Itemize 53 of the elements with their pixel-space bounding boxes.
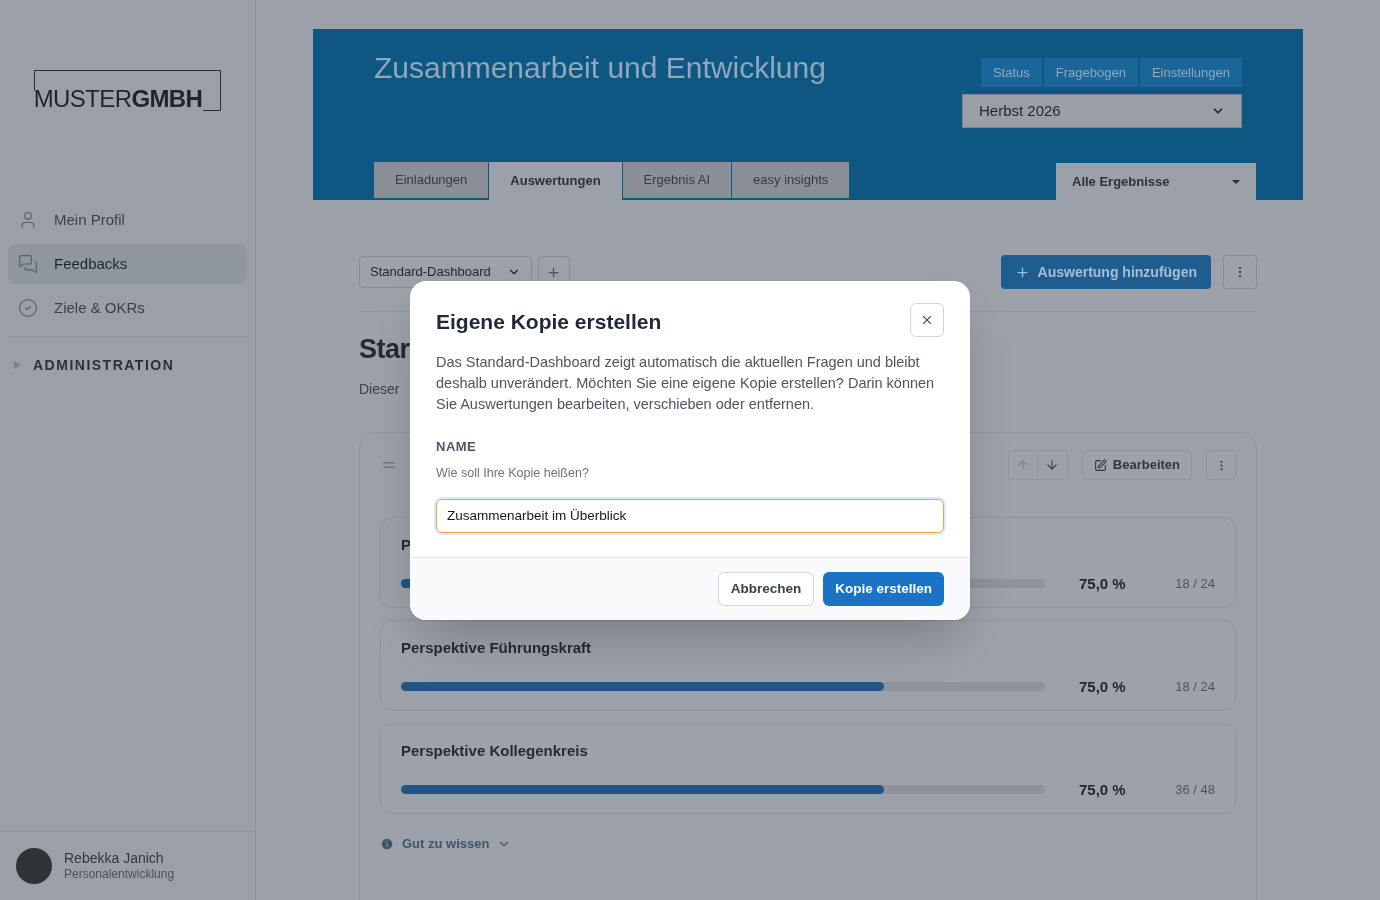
percent-value: 75,0 % (1079, 676, 1127, 697)
chat-bubbles-icon (18, 254, 38, 274)
sidebar-item[interactable]: Ziele & OKRs (8, 288, 247, 328)
check-circle-icon (18, 298, 38, 318)
dialog-title: Eigene Kopie erstellen (436, 309, 662, 335)
period-select[interactable]: Herbst 2026 (962, 94, 1242, 128)
move-up-button[interactable] (1007, 450, 1038, 480)
card-title: Perspektive Führungskraft (401, 638, 592, 658)
sidebar-item[interactable]: Mein Profil (8, 200, 247, 240)
plus-icon (546, 264, 562, 280)
tab[interactable]: Auswertungen (489, 162, 622, 200)
name-input[interactable]: Zusammenarbeit im Überblick (436, 498, 944, 533)
card-title: Perspektive Kollegenkreis (401, 741, 588, 761)
sidebar-item[interactable]: Feedbacks (8, 244, 247, 284)
header-button[interactable]: Status (980, 58, 1042, 87)
dashboard-description: Dieser (359, 380, 400, 399)
create-copy-button[interactable]: Kopie erstellen (823, 571, 944, 606)
user-role: Personalentwicklung (64, 867, 175, 883)
tab[interactable]: easy insights (732, 162, 850, 198)
card-title: P (401, 535, 411, 555)
response-count: 18 / 24 (1175, 575, 1215, 593)
avatar (16, 848, 52, 884)
page-title: Zusammenarbeit und Entwicklung (374, 53, 826, 86)
triangle-icon (14, 361, 21, 369)
sidebar-section[interactable]: ADMINISTRATION (0, 337, 255, 393)
company-logo: MUSTERGMBH (33, 70, 222, 111)
header-button[interactable]: Fragebogen (1043, 58, 1138, 87)
percent-value: 75,0 % (1079, 573, 1127, 594)
tab[interactable]: Einladungen (374, 162, 489, 198)
percent-value: 75,0 % (1079, 779, 1127, 800)
dashboard-heading: Star (359, 336, 410, 363)
field-help: Wie soll Ihre Kopie heißen? (436, 465, 589, 482)
response-count: 36 / 48 (1175, 781, 1215, 799)
edit-button[interactable]: Bearbeiten (1081, 450, 1192, 480)
response-count: 18 / 24 (1175, 678, 1215, 696)
close-button[interactable] (910, 303, 944, 337)
cancel-button[interactable]: Abbrechen (717, 571, 815, 606)
user-name: Rebekka Janich (64, 849, 165, 868)
more-button[interactable] (1223, 255, 1257, 289)
tab[interactable]: Ergebnis AI (622, 162, 732, 198)
move-down-button[interactable] (1037, 450, 1068, 480)
plus-icon (1014, 264, 1030, 280)
edit-icon (1093, 458, 1107, 472)
hint-toggle[interactable]: Gut zu wissen (380, 834, 512, 854)
dialog-text: Das Standard-Dashboard zeigt automatisch die aktuellen Fragen und bleibt deshalb unverändert. Möchten Sie eine eigene Kopie erstellen? Darin können Sie Auswertungen bearbeiten, verschieben oder entfernen. (436, 352, 936, 414)
close-icon (920, 313, 934, 327)
header-button[interactable]: Einstellungen (1139, 58, 1242, 87)
caret-icon (1232, 179, 1240, 184)
add-evaluation-button[interactable]: Auswertung hinzufügen (1000, 255, 1211, 289)
info-icon (380, 836, 394, 851)
field-label: NAME (436, 437, 477, 456)
results-dropdown[interactable]: Alle Ergebnisse (1056, 163, 1256, 200)
more-button[interactable] (1206, 450, 1236, 480)
